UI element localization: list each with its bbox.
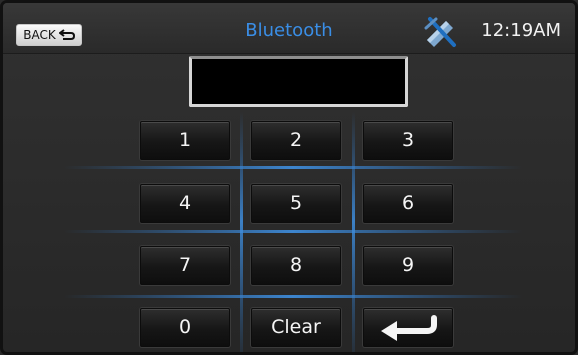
key-9[interactable]: 9 — [363, 246, 453, 285]
key-3[interactable]: 3 — [363, 121, 453, 160]
clock: 12:19AM — [481, 20, 561, 41]
number-display — [189, 56, 408, 107]
key-6[interactable]: 6 — [363, 184, 453, 223]
clear-button[interactable]: Clear — [251, 308, 341, 347]
key-4[interactable]: 4 — [140, 184, 230, 223]
key-1[interactable]: 1 — [140, 121, 230, 160]
enter-button[interactable] — [363, 308, 453, 347]
key-8[interactable]: 8 — [251, 246, 341, 285]
key-5[interactable]: 5 — [251, 184, 341, 223]
key-7[interactable]: 7 — [140, 246, 230, 285]
key-0[interactable]: 0 — [140, 308, 230, 347]
app-frame: BACK Bluetooth 12:19AM 1 2 3 4 5 6 7 8 9… — [0, 0, 578, 355]
enter-arrow-icon — [381, 314, 437, 341]
bluetooth-disconnected-icon — [424, 17, 456, 47]
header-bar: BACK Bluetooth 12:19AM — [3, 3, 575, 54]
key-2[interactable]: 2 — [251, 121, 341, 160]
